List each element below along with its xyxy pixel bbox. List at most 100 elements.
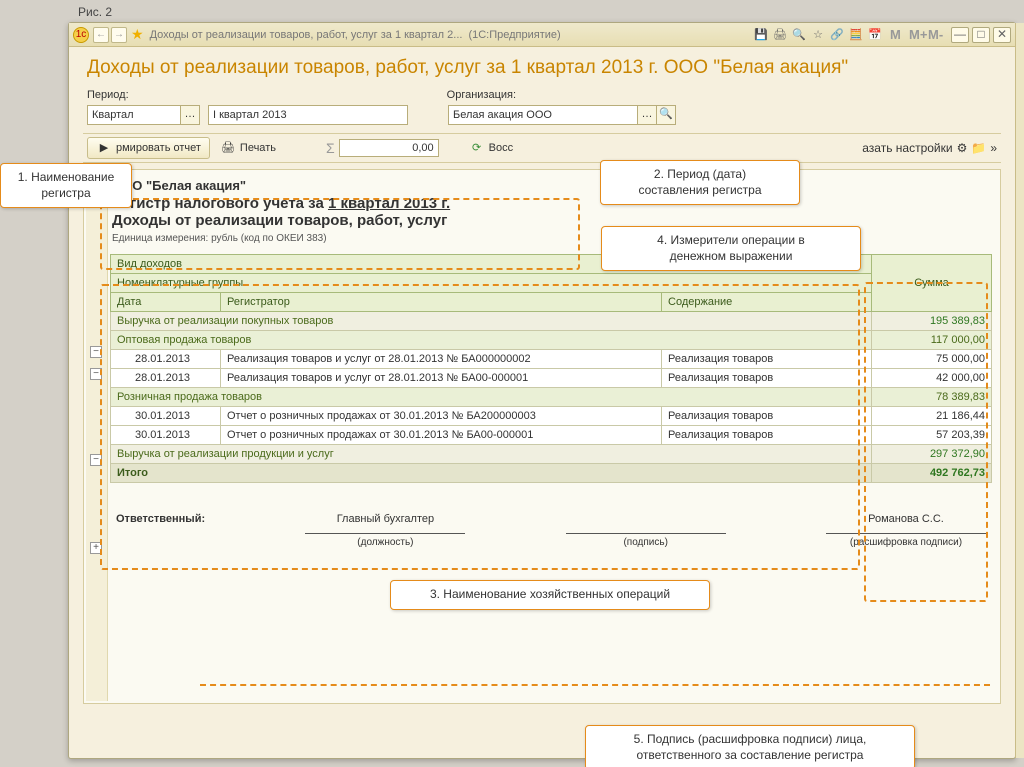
show-settings-button[interactable]: азать настройки — [862, 141, 952, 155]
table-row[interactable]: Выручка от реализации покупных товаров19… — [111, 312, 992, 331]
report-org: ООО "Белая акация" — [112, 178, 990, 193]
cell-date: 28.01.2013 — [111, 350, 221, 369]
form-report-button[interactable]: ▶ рмировать отчет — [87, 137, 210, 159]
restore-icon[interactable]: ⟳ — [469, 140, 485, 156]
sig-position: Главный бухгалтер — [305, 513, 465, 525]
action-toolbar: ▶ рмировать отчет 🖨 Печать Σ 0,00 ⟳ Восс… — [83, 133, 1001, 163]
table-row[interactable]: 28.01.2013Реализация товаров и услуг от … — [111, 350, 992, 369]
minimize-button[interactable]: — — [951, 27, 969, 43]
cell-group: Выручка от реализации продукции и услуг — [111, 445, 872, 464]
cell-amount: 75 000,00 — [872, 350, 992, 369]
vertical-scrollbar[interactable] — [1015, 23, 1024, 758]
link-icon[interactable]: 🔗 — [829, 27, 845, 43]
preview-icon[interactable]: 🔍 — [791, 27, 807, 43]
titlebar: 1c ← → ★ Доходы от реализации товаров, р… — [69, 23, 1015, 47]
cell-group: Выручка от реализации покупных товаров — [111, 312, 872, 331]
settings-icon[interactable]: ⚙ — [957, 141, 968, 155]
cell-group: Розничная продажа товаров — [111, 388, 872, 407]
cell-date: 30.01.2013 — [111, 426, 221, 445]
print-button[interactable]: Печать — [240, 142, 276, 154]
calc-icon[interactable]: 🧮 — [848, 27, 864, 43]
sig-name-sub: (расшифровка подписи) — [826, 537, 986, 548]
save-icon[interactable]: 💾 — [753, 27, 769, 43]
col-content: Содержание — [662, 293, 872, 312]
total-amount: 492 762,73 — [872, 464, 992, 483]
memory-buttons: M M+ M- — [887, 27, 941, 43]
close-button[interactable]: ✕ — [993, 27, 1011, 43]
cell-amount: 297 372,90 — [872, 445, 992, 464]
col-date: Дата — [111, 293, 221, 312]
more-icon[interactable]: » — [990, 141, 997, 155]
cell-date: 28.01.2013 — [111, 369, 221, 388]
callout-4: 4. Измерители операции вденежном выражен… — [601, 226, 861, 271]
table-row[interactable]: 28.01.2013Реализация товаров и услуг от … — [111, 369, 992, 388]
m-button[interactable]: M — [887, 27, 903, 43]
table-row[interactable]: Выручка от реализации продукции и услуг2… — [111, 445, 992, 464]
signature-block: Ответственный: Главный бухгалтер (должно… — [110, 513, 992, 548]
cell-registrar: Реализация товаров и услуг от 28.01.2013… — [221, 369, 662, 388]
favorite-icon[interactable]: ☆ — [810, 27, 826, 43]
cell-content: Реализация товаров — [662, 350, 872, 369]
cell-content: Реализация товаров — [662, 407, 872, 426]
app-window: 1c ← → ★ Доходы от реализации товаров, р… — [68, 22, 1016, 759]
m-minus-button[interactable]: M- — [925, 27, 941, 43]
cell-amount: 78 389,83 — [872, 388, 992, 407]
report-table: Вид доходов Сумма Номенклатурные группы … — [110, 254, 992, 483]
cell-amount: 195 389,83 — [872, 312, 992, 331]
cell-amount: 42 000,00 — [872, 369, 992, 388]
org-picker[interactable]: … — [637, 105, 657, 125]
callout-2: 2. Период (дата)составления регистра — [600, 160, 800, 205]
tree-gutter: − − − + — [86, 172, 108, 701]
period-type-input[interactable]: Квартал — [87, 105, 181, 125]
folder-icon[interactable]: 📁 — [971, 141, 986, 155]
period-type-picker[interactable]: … — [180, 105, 200, 125]
tree-collapse-icon[interactable]: − — [90, 346, 102, 358]
cell-amount: 57 203,39 — [872, 426, 992, 445]
sig-responsible: Ответственный: — [116, 513, 205, 525]
cell-date: 30.01.2013 — [111, 407, 221, 426]
nav-buttons: ← → — [93, 27, 127, 43]
report-register-line: Регистр налогового учета за 1 квартал 20… — [112, 195, 990, 212]
tree-collapse-icon[interactable]: − — [90, 368, 102, 380]
callout-1: 1. Наименование регистра — [0, 163, 132, 208]
cell-amount: 21 186,44 — [872, 407, 992, 426]
sig-name: Романова С.С. — [826, 513, 986, 525]
table-row[interactable]: 30.01.2013Отчет о розничных продажах от … — [111, 407, 992, 426]
titlebar-tool-icons: 💾 🖨 🔍 ☆ 🔗 🧮 📅 — [753, 27, 883, 43]
cell-group: Оптовая продажа товаров — [111, 331, 872, 350]
sum-display: 0,00 — [339, 139, 439, 157]
print-icon[interactable]: 🖨 — [772, 27, 788, 43]
callout-3: 3. Наименование хозяйственных операций — [390, 580, 710, 610]
tree-expand-icon[interactable]: + — [90, 542, 102, 554]
sig-sign-sub: (подпись) — [566, 537, 726, 548]
cell-content: Реализация товаров — [662, 369, 872, 388]
calendar-icon[interactable]: 📅 — [867, 27, 883, 43]
play-icon: ▶ — [96, 140, 112, 156]
tree-collapse-icon[interactable]: − — [90, 454, 102, 466]
back-icon[interactable]: ← — [93, 27, 109, 43]
forward-icon[interactable]: → — [111, 27, 127, 43]
printer-icon[interactable]: 🖨 — [220, 140, 236, 156]
m-plus-button[interactable]: M+ — [906, 27, 922, 43]
cell-amount: 117 000,00 — [872, 331, 992, 350]
figure-label: Рис. 2 — [78, 5, 112, 19]
col-sum: Сумма — [872, 255, 992, 312]
col-registrar: Регистратор — [221, 293, 662, 312]
org-search-icon[interactable]: 🔍 — [656, 105, 676, 125]
restore-button[interactable]: Восс — [489, 142, 513, 154]
report-area: − − − + ООО "Белая акация" Регистр налог… — [83, 169, 1001, 704]
maximize-button[interactable]: □ — [972, 27, 990, 43]
table-row[interactable]: Розничная продажа товаров78 389,83 — [111, 388, 992, 407]
total-label: Итого — [111, 464, 872, 483]
window-title: Доходы от реализации товаров, работ, усл… — [150, 29, 463, 41]
cell-content: Реализация товаров — [662, 426, 872, 445]
sig-position-sub: (должность) — [305, 537, 465, 548]
cell-registrar: Отчет о розничных продажах от 30.01.2013… — [221, 407, 662, 426]
window-title-suffix: (1С:Предприятие) — [468, 29, 560, 41]
favorite-icon[interactable]: ★ — [131, 26, 144, 43]
table-row[interactable]: 30.01.2013Отчет о розничных продажах от … — [111, 426, 992, 445]
period-value-input[interactable]: I квартал 2013 — [208, 105, 408, 125]
table-row[interactable]: Оптовая продажа товаров117 000,00 — [111, 331, 992, 350]
period-label: Период: — [87, 89, 129, 101]
org-input[interactable]: Белая акация ООО — [448, 105, 638, 125]
